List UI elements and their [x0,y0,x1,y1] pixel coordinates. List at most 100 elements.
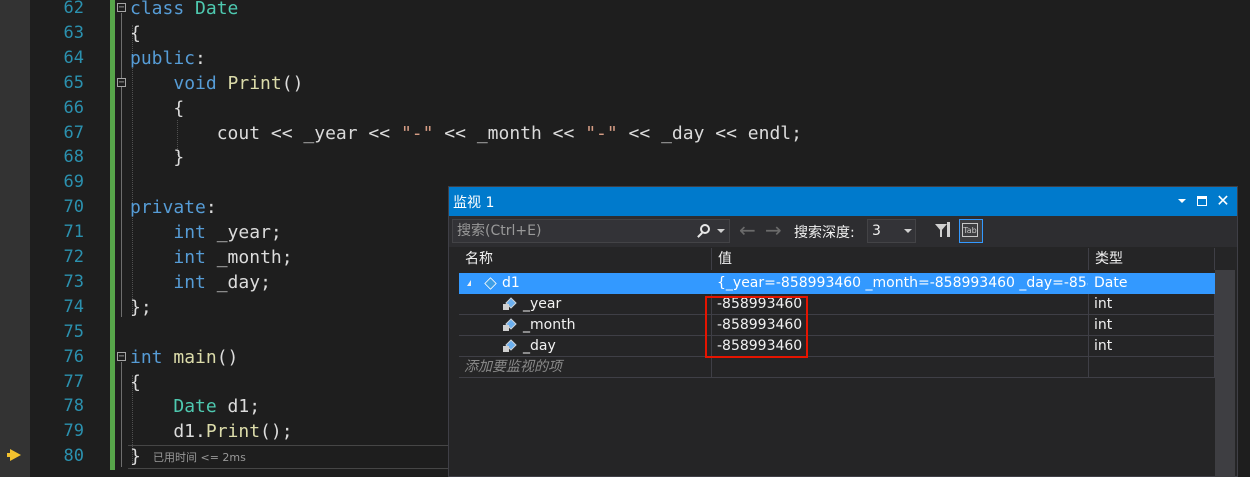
code-token: int [173,247,217,268]
watch-row-name: _day [523,338,556,354]
code-token: _year; [216,222,282,244]
code-token: _year [303,122,358,144]
code-token: int [173,222,217,244]
code-line[interactable]: } [130,145,184,170]
search-input[interactable] [457,222,687,240]
code-line[interactable]: int _month; [130,245,293,270]
add-watch-item[interactable]: 添加要监视的项 [459,357,712,378]
code-line[interactable]: private: [130,195,217,220]
code-token: { [130,22,141,44]
watch-row-type: int [1089,294,1215,315]
watch-row-d1[interactable]: d1 {_year=-858993460 _month=-858993460 _… [459,273,1215,294]
column-header-value[interactable]: 值 [712,248,1089,270]
search-depth-value: 3 [872,223,881,239]
code-line[interactable]: class Date [130,0,238,21]
code-token: << endl; [704,122,802,144]
code-line[interactable]: void Print() [130,71,303,96]
code-line[interactable]: int _year; [130,220,282,245]
code-line[interactable]: cout << _year << "-" << _month << "-" <<… [130,121,802,146]
fold-toggle-main[interactable]: − [117,352,126,362]
code-line[interactable]: }; [130,295,152,320]
search-icon[interactable] [700,224,710,234]
code-token: Print [227,72,282,94]
code-token: _month; [216,247,293,268]
search-depth-label: 搜索深度: [794,225,855,241]
column-header-name[interactable]: 名称 [459,248,712,270]
code-token: _month [476,122,542,144]
maximize-icon[interactable] [1194,193,1210,209]
code-token: cout << [130,122,304,144]
watch-row-month[interactable]: _month -858993460 int [459,315,1215,336]
watch-row-type: int [1089,336,1215,357]
code-token: int [130,346,174,368]
watch-row-day[interactable]: _day -858993460 int [459,336,1215,357]
watch-row-type: Date [1089,273,1215,294]
code-token: (); [260,421,293,443]
watch-row-type: int [1089,315,1215,336]
line-number: 77 [63,371,84,392]
filter-icon[interactable] [934,222,952,240]
code-token: int [173,271,217,293]
code-token: : [195,47,206,69]
code-token: "-" [400,122,434,144]
line-number: 71 [63,222,84,243]
line-number: 76 [63,346,84,367]
arrow-right-icon[interactable]: → [765,220,782,240]
object-icon [484,277,497,290]
watch-row-year[interactable]: _year -858993460 int [459,294,1215,315]
fold-toggle-class[interactable]: − [117,3,126,13]
chevron-down-icon [904,229,912,233]
code-token: Print [205,421,261,443]
code-line[interactable]: d1.Print(); [130,419,293,444]
tab-button[interactable]: Tab [959,219,983,243]
code-line[interactable]: int _day; [130,270,271,295]
code-token: _day; [216,271,271,293]
line-number: 69 [63,172,84,193]
watch-row-value[interactable]: {_year=-858993460 _month=-858993460 _day… [712,273,1089,294]
code-token: { [130,97,185,119]
add-watch-row[interactable]: 添加要监视的项 [459,357,1215,378]
code-token: }; [130,296,152,318]
code-token: d1; [227,396,261,418]
line-number: 70 [63,197,84,218]
close-icon[interactable]: ✕ [1215,193,1231,209]
line-number: 75 [63,321,84,342]
column-header-type[interactable]: 类型 [1089,248,1215,270]
vertical-scrollbar[interactable] [1215,270,1235,477]
code-line[interactable]: { [130,96,184,121]
code-token: d1. [130,421,206,443]
code-token: : [205,197,217,219]
fold-toggle-print[interactable]: − [117,78,126,88]
code-line[interactable]: { [130,370,141,395]
watch-title-bar[interactable]: 监视 1 ✕ [449,187,1237,216]
code-token: () [216,346,239,368]
line-number: 67 [63,122,84,143]
expand-toggle-icon[interactable] [467,280,471,286]
line-number: 66 [63,97,84,118]
fold-line [121,13,123,317]
search-depth-select[interactable]: 3 [867,219,916,243]
code-token: } [130,147,185,169]
perf-tip[interactable]: 已用时间 <= 2ms [153,449,246,465]
code-token: void [173,72,228,94]
search-field[interactable] [452,219,730,243]
code-token: public [130,47,196,69]
watch-window[interactable]: 监视 1 ✕ ← → 搜索深度: 3 Tab 名称 值 [448,186,1238,477]
highlight-annotation-box [705,296,808,358]
code-token: main [173,346,217,368]
arrow-left-icon[interactable]: ← [739,220,756,240]
search-dropdown-arrow[interactable] [717,229,725,233]
code-token: private [130,197,206,219]
chevron-down-icon[interactable] [1174,193,1190,209]
line-number: 68 [63,147,84,168]
code-line[interactable]: public: [130,46,206,71]
code-token: << [433,122,477,144]
code-line[interactable]: { [130,21,141,46]
field-icon [503,318,517,332]
code-token: () [281,72,304,94]
tab-icon: Tab [962,223,978,237]
code-line[interactable]: int main() [130,345,238,370]
code-line[interactable]: Date d1; [130,394,260,419]
